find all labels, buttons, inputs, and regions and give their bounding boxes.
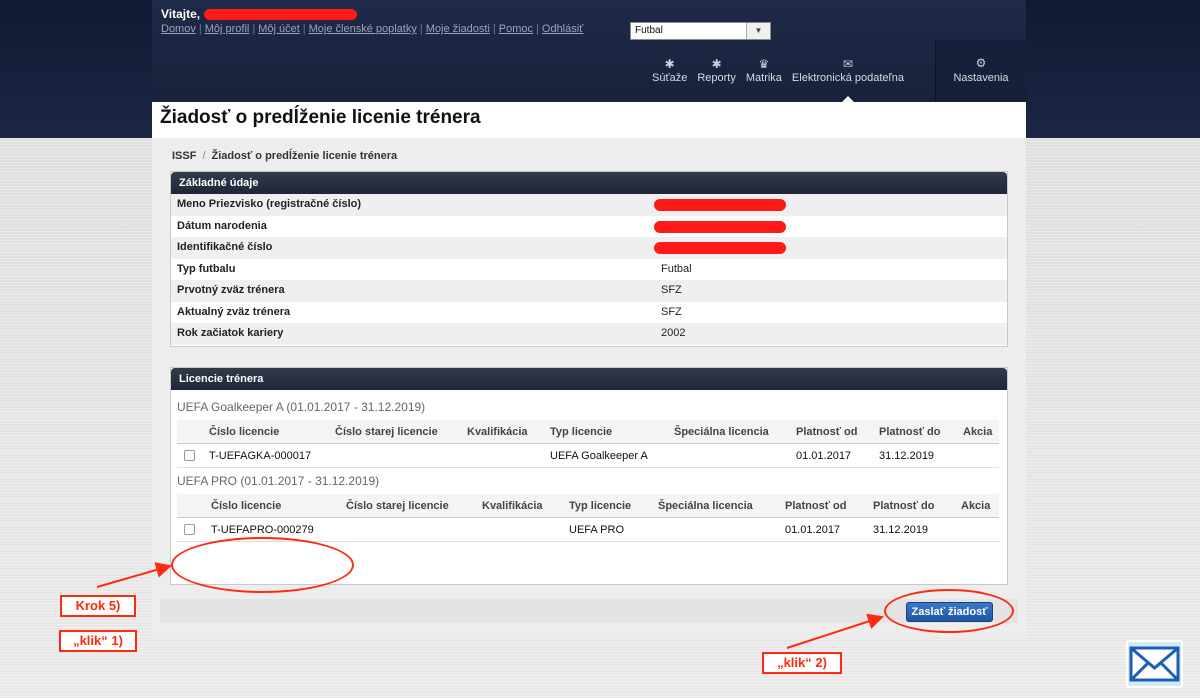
- column-header[interactable]: Číslo licencie: [209, 426, 279, 438]
- license-type: UEFA PRO: [569, 524, 625, 536]
- column-header: Akcia: [961, 500, 991, 512]
- breadcrumb: ISSF / Žiadosť o predĺženie licenie tréner…: [172, 150, 398, 162]
- column-header[interactable]: Číslo licencie: [211, 500, 281, 512]
- column-header[interactable]: Typ licencie: [550, 426, 612, 438]
- main-nav: ✱ Súťaže ✱ Reporty ♛ Matrika ✉ Elektroni…: [647, 44, 909, 102]
- nav-item-settings[interactable]: ⚙ Nastavenia: [935, 40, 1026, 102]
- nav-label: Matrika: [745, 72, 782, 84]
- info-label: Identifikačné číslo: [177, 241, 273, 253]
- info-row-id: Identifikačné číslo: [171, 237, 1007, 259]
- column-header[interactable]: Číslo starej licencie: [335, 426, 438, 438]
- nav-item-competitions[interactable]: ✱ Súťaže: [647, 44, 692, 102]
- license-table: Číslo licencie Číslo starej licencie Kva…: [177, 494, 999, 542]
- annotation-click1-label: „klik“ 1): [59, 630, 137, 652]
- table-header: Číslo licencie Číslo starej licencie Kva…: [177, 420, 999, 444]
- info-row-name: Meno Priezvisko (registračné číslo): [171, 194, 1007, 216]
- annotation-ellipse-submit: [884, 589, 1014, 633]
- table-row: T-UEFAPRO-000279 UEFA PRO 01.01.2017 31.…: [177, 518, 999, 542]
- column-header[interactable]: Kvalifikácia: [467, 426, 528, 438]
- info-row-birthdate: Dátum narodenia: [171, 216, 1007, 238]
- annotation-ellipse-checkbox: [171, 537, 354, 593]
- column-header[interactable]: Špeciálna licencia: [658, 500, 753, 512]
- table-header: Číslo licencie Číslo starej licencie Kva…: [177, 494, 999, 518]
- top-links: Domov | Môj profil | Môj účet | Moje členské p…: [161, 23, 584, 35]
- info-value: SFZ: [661, 305, 682, 318]
- info-value: Futbal: [661, 262, 692, 275]
- panel-heading: Základné údaje: [171, 172, 1007, 194]
- link-help[interactable]: Pomoc: [499, 23, 533, 35]
- mail-icon[interactable]: [1126, 640, 1183, 688]
- column-header[interactable]: Číslo starej licencie: [346, 500, 449, 512]
- info-label: Dátum narodenia: [177, 219, 267, 232]
- column-header: Akcia: [963, 426, 993, 438]
- license-number: T-UEFAGKA-000017: [209, 450, 312, 462]
- valid-to: 31.12.2019: [873, 524, 929, 536]
- license-group-title: UEFA PRO (01.01.2017 - 31.12.2019): [177, 474, 380, 488]
- redacted-value: [654, 220, 786, 233]
- link-profile[interactable]: Môj profil: [205, 23, 250, 35]
- license-type: UEFA Goalkeeper A: [550, 450, 648, 462]
- info-value: 2002: [661, 327, 686, 339]
- basic-info-panel: Základné údaje Meno Priezvisko (registra…: [170, 171, 1008, 347]
- annotation-step-label: Krok 5): [60, 595, 136, 617]
- sport-select-value: Futbal: [635, 25, 663, 36]
- link-account[interactable]: Môj účet: [258, 23, 300, 35]
- redacted-name: [204, 9, 358, 21]
- column-header[interactable]: Kvalifikácia: [482, 500, 543, 512]
- column-header[interactable]: Platnosť od: [796, 426, 858, 438]
- sport-select[interactable]: Futbal ▼: [630, 22, 771, 40]
- welcome-text: Vitajte,: [161, 7, 358, 21]
- column-header[interactable]: Platnosť do: [873, 500, 935, 512]
- panel-heading: Licencie trénera: [171, 368, 1007, 390]
- valid-to: 31.12.2019: [879, 450, 935, 462]
- info-row-football-type: Typ futbalu Futbal: [171, 259, 1007, 281]
- info-row-current-union: Aktualný zväz trénera SFZ: [171, 302, 1007, 324]
- table-row: T-UEFAGKA-000017 UEFA Goalkeeper A 01.01…: [177, 444, 999, 468]
- link-requests[interactable]: Moje žiadosti: [426, 23, 490, 35]
- gear-icon: ⚙: [975, 56, 987, 70]
- info-label: Typ futbalu: [177, 262, 236, 275]
- column-header[interactable]: Špeciálna licencia: [674, 426, 769, 438]
- breadcrumb-current: Žiadosť o predĺženie licenie trénera: [211, 150, 398, 162]
- nav-label: Nastavenia: [953, 72, 1009, 84]
- info-label: Meno Priezvisko (registračné číslo): [177, 198, 362, 210]
- license-table: Číslo licencie Číslo starej licencie Kva…: [177, 420, 999, 468]
- chart-icon: ✱: [711, 57, 722, 71]
- valid-from: 01.01.2017: [796, 450, 852, 462]
- nav-item-registry[interactable]: ♛ Matrika: [741, 44, 787, 102]
- breadcrumb-root[interactable]: ISSF: [172, 150, 196, 162]
- link-logout[interactable]: Odhlásiť: [542, 23, 583, 35]
- column-header[interactable]: Platnosť do: [879, 426, 941, 438]
- info-row-primary-union: Prvotný zväz trénera SFZ: [171, 280, 1007, 302]
- info-label: Prvotný zväz trénera: [177, 284, 285, 296]
- mail-icon: ✉: [842, 57, 853, 71]
- redacted-value: [654, 199, 786, 211]
- welcome-label: Vitajte,: [161, 7, 201, 21]
- chevron-down-icon[interactable]: ▼: [746, 23, 770, 39]
- column-header[interactable]: Typ licencie: [569, 500, 631, 512]
- top-bar: Vitajte, Domov | Môj profil | Môj účet | Moje …: [152, 0, 1026, 102]
- nav-label: Reporty: [697, 72, 736, 84]
- info-label: Aktualný zväz trénera: [177, 305, 291, 318]
- nav-item-reports[interactable]: ✱ Reporty: [692, 44, 741, 102]
- annotation-click2-label: „klik“ 2): [762, 652, 842, 674]
- column-header[interactable]: Platnosť od: [785, 500, 847, 512]
- valid-from: 01.01.2017: [785, 524, 841, 536]
- nav-item-electronic-filing[interactable]: ✉ Elektronická podateľna: [787, 44, 909, 102]
- license-group-title: UEFA Goalkeeper A (01.01.2017 - 31.12.20…: [177, 400, 426, 414]
- nav-label: Elektronická podateľna: [791, 72, 904, 84]
- row-checkbox[interactable]: [184, 450, 195, 461]
- link-fees[interactable]: Moje členské poplatky: [309, 23, 417, 35]
- registry-icon: ♛: [758, 57, 770, 71]
- trophy-icon: ✱: [664, 57, 675, 71]
- license-number: T-UEFAPRO-000279: [211, 524, 314, 536]
- nav-label: Súťaže: [652, 72, 688, 84]
- link-home[interactable]: Domov: [161, 23, 196, 35]
- info-label: Rok začiatok kariery: [177, 327, 284, 339]
- row-checkbox[interactable]: [184, 524, 195, 535]
- page-title: Žiadosť o predĺženie licenie trénera: [152, 102, 1026, 138]
- info-row-career-start: Rok začiatok kariery 2002: [171, 323, 1007, 345]
- info-value: SFZ: [661, 284, 682, 296]
- redacted-value: [654, 242, 786, 254]
